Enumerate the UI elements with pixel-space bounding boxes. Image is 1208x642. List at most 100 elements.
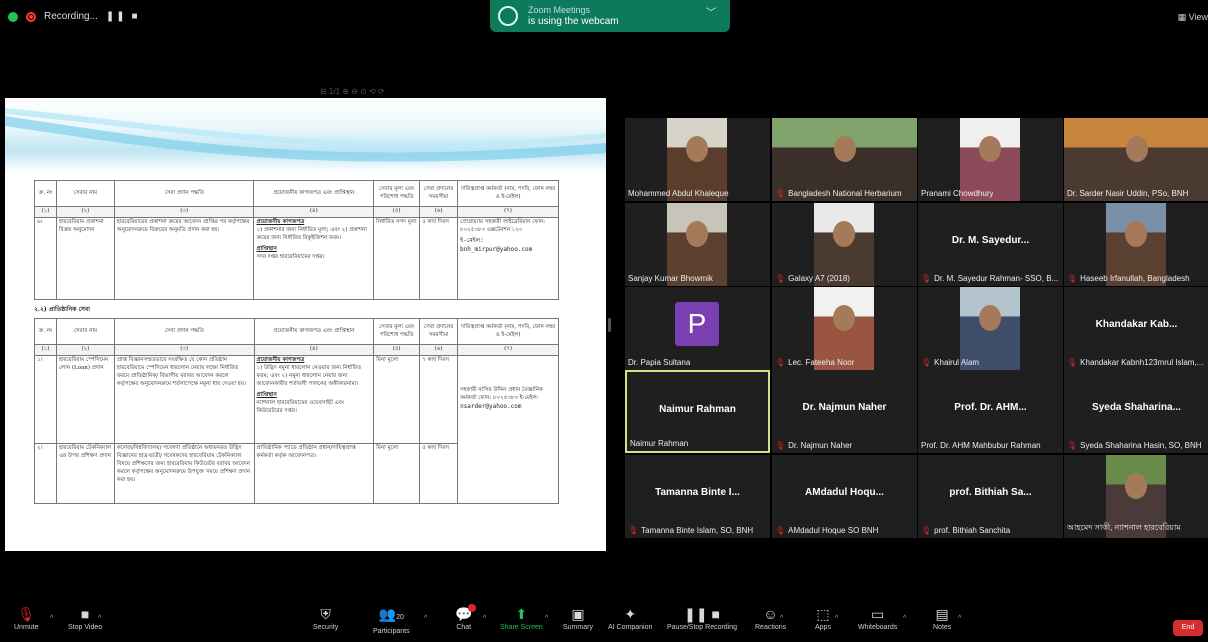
split-view-divider[interactable]: [608, 318, 611, 332]
table-row: ১। হারবেরিয়াম স্পেসিমেন লোন (Loan) প্রদ…: [34, 355, 559, 504]
microphone-muted-icon: 🎙: [17, 606, 36, 622]
participant-tile[interactable]: AMdadul Hoqu... 🎙 AMdadul Hoque SO BNH: [772, 455, 917, 538]
services-table-1: ক্র. নং সেবার নাম সেবা প্রদান পদ্ধতি প্র…: [34, 180, 559, 300]
shared-document: ক্র. নং সেবার নাম সেবা প্রদান পদ্ধতি প্র…: [5, 98, 606, 551]
participant-tile[interactable]: Pranami Chowdhury: [918, 118, 1063, 201]
participant-name: Naimur Rahman: [630, 439, 689, 448]
participant-tile[interactable]: Dr. Sarder Nasir Uddin, PSo, BNH: [1064, 118, 1208, 201]
place-text: ন্যাশনাল হারবেরিয়ামের ওয়েবসাইট এবং কিউ…: [256, 400, 345, 414]
chat-notification-badge: [468, 604, 476, 612]
reactions-caret-icon[interactable]: ^: [780, 615, 783, 622]
participant-tile[interactable]: Khandakar Kab... 🎙 Khandakar Kabnh123mrul …: [1064, 287, 1208, 370]
col-number: (৬): [419, 344, 459, 356]
participant-display-name: Prof. Dr. AHM...: [954, 402, 1027, 413]
participant-tile[interactable]: Prof. Dr. AHM... Prof. Dr. AHM Mahbubur R…: [918, 370, 1063, 453]
notes-caret-icon[interactable]: ^: [958, 615, 961, 622]
participants-caret-icon[interactable]: ^: [424, 615, 427, 622]
table-row: ৬। হারবেরিয়াম প্রকাশনা বিক্রয় অনুমোদন …: [34, 217, 559, 300]
cell-docs: প্রয়োজনীয় কাগজপত্র ১) উদ্ভিদ নমুনা ধার…: [253, 355, 375, 444]
security-shield-icon[interactable]: [8, 11, 18, 22]
stop-video-label: Stop Video: [68, 624, 103, 631]
cell-no: ১।: [34, 355, 57, 444]
participant-tile[interactable]: P Dr. Papia Sultana: [625, 287, 770, 370]
grid-icon: ▦: [1177, 12, 1189, 22]
ai-companion-button[interactable]: ✦ AI Companion: [608, 604, 652, 631]
participant-name-label: 🎙 Syeda Shaharina Hasin, SO, BNH: [1067, 441, 1202, 450]
participant-face: [979, 305, 1001, 331]
microphone-muted-icon: 🎙: [628, 526, 639, 535]
notes-button[interactable]: ▤ Notes: [933, 604, 951, 631]
participant-tile[interactable]: Dr. M. Sayedur... 🎙 Dr. M. Sayedur Rahman-…: [918, 203, 1063, 286]
participants-button[interactable]: 👥20 Participants: [373, 604, 410, 635]
participant-name: AMdadul Hoque SO BNH: [788, 526, 879, 535]
participant-tile[interactable]: Dr. Najmun Naher 🎙 Dr. Najmun Naher: [772, 370, 917, 453]
share-caret-icon[interactable]: ^: [545, 615, 548, 622]
view-button[interactable]: ▦ View: [1178, 12, 1208, 23]
col-header: ক্র. নং: [34, 180, 57, 207]
participant-tile[interactable]: আহমেদ সাকী, ন্যাশনাল হারবেরিয়াম: [1064, 455, 1208, 538]
participant-tile[interactable]: 🎙 Lec. Fateeha Noor: [772, 287, 917, 370]
participant-display-name: Dr. M. Sayedur...: [951, 235, 1030, 246]
microphone-muted-icon: 🎙: [921, 358, 932, 367]
participant-name: Dr. Papia Sultana: [628, 358, 691, 367]
participant-tile[interactable]: prof. Bithiah Sa... 🎙 prof. Bithiah Sanchi…: [918, 455, 1063, 538]
ai-companion-label: AI Companion: [608, 624, 653, 631]
notes-icon: ▤: [935, 606, 949, 622]
apps-button[interactable]: ⬚ Apps: [815, 604, 831, 631]
pause-stop-recording-button[interactable]: ❚❚ ■ Pause/Stop Recording: [667, 604, 737, 631]
table-header-row: ক্র. নং সেবার নাম সেবা প্রদান পদ্ধতি প্র…: [34, 318, 559, 345]
participant-name-label: 🎙 Lec. Fateeha Noor: [775, 358, 854, 367]
summary-icon: ▣: [571, 606, 585, 622]
col-number: (৩): [113, 344, 255, 356]
participant-name: আহমেদ সাকী, ন্যাশনাল হারবেরিয়াম: [1067, 523, 1181, 532]
participant-tile[interactable]: Naimur Rahman Naimur Rahman: [625, 370, 770, 453]
services-table-2: ক্র. নং সেবার নাম সেবা প্রদান পদ্ধতি প্র…: [34, 318, 559, 504]
share-screen-label: Share Screen: [500, 624, 543, 631]
webcam-notification[interactable]: Zoom Meetings is using the webcam ﹀: [490, 0, 730, 32]
share-screen-button[interactable]: ⬆ Share Screen: [500, 604, 543, 631]
whiteboards-button[interactable]: ▭ Whiteboards: [858, 604, 897, 631]
unmute-label: Unmute: [14, 624, 39, 631]
participant-name: Galaxy A7 (2018): [788, 274, 850, 283]
stop-video-button[interactable]: ■ Stop Video: [68, 604, 102, 631]
cell-time: ৭ কার্য দিবস: [419, 355, 459, 444]
participant-name-label: Sanjay Kumar Bhowmik: [628, 274, 713, 283]
col-number: (১): [34, 206, 57, 218]
audio-options-caret-icon[interactable]: ^: [50, 615, 53, 622]
participant-tile[interactable]: Syeda Shaharina... 🎙 Syeda Shaharina Hasin…: [1064, 370, 1208, 453]
chat-caret-icon[interactable]: ^: [483, 615, 486, 622]
whiteboards-label: Whiteboards: [858, 624, 898, 631]
recording-icon: [26, 11, 36, 22]
security-label: Security: [313, 624, 339, 631]
whiteboards-caret-icon[interactable]: ^: [903, 615, 906, 622]
place-text: সদর দপ্তর হারবেরিয়ামের দপ্তর।: [256, 254, 325, 260]
participant-tile[interactable]: Tamanna Binte I... 🎙 Tamanna Binte Islam, …: [625, 455, 770, 538]
recording-pause-stop-controls[interactable]: ❚❚ ■: [106, 11, 140, 22]
unmute-button[interactable]: 🎙 Unmute: [14, 604, 39, 631]
participant-face: [833, 305, 855, 331]
recording-status: Recording... ❚❚ ■: [8, 11, 140, 22]
participant-tile[interactable]: Sanjay Kumar Bhowmik: [625, 203, 770, 286]
place-title: প্রাপ্তিস্থান: [256, 246, 277, 252]
microphone-muted-icon: 🎙: [1067, 274, 1078, 283]
participant-tile[interactable]: 🎙 Haseeb Irfanullah, Bangladesh: [1064, 203, 1208, 286]
chevron-down-icon[interactable]: ﹀: [706, 8, 716, 19]
col-header: প্রয়োজনীয় কাগজপত্র এবং প্রাপ্তিস্থান: [253, 318, 375, 345]
document-toolbar[interactable]: ⊟ 1/1 ⊕ ⊖ ⊙ ⟲ ⟳: [320, 87, 490, 97]
participant-face: [686, 221, 708, 247]
participant-tile[interactable]: 🎙 Galaxy A7 (2018): [772, 203, 917, 286]
security-button[interactable]: ⛨ Security: [313, 604, 338, 631]
end-meeting-button[interactable]: End: [1173, 620, 1203, 636]
video-options-caret-icon[interactable]: ^: [98, 615, 101, 622]
participant-name: Khairul Alam: [934, 358, 980, 367]
col-number: (৫): [373, 206, 421, 218]
microphone-muted-icon: 🎙: [775, 526, 786, 535]
participant-tile[interactable]: 🎙 Bangladesh National Herbarium: [772, 118, 917, 201]
participant-tile[interactable]: Mohammed Abdul Khaleque: [625, 118, 770, 201]
apps-caret-icon[interactable]: ^: [835, 615, 838, 622]
summary-button[interactable]: ▣ Summary: [563, 604, 593, 631]
participant-tile[interactable]: 🎙 Khairul Alam: [918, 287, 1063, 370]
officer-email: ই-মেইল: bnh_mirpur@yahoo.com: [460, 237, 533, 253]
cell-officer: সহকারী নাসির উদ্দিন প্রধান বৈজ্ঞানিক কর্…: [457, 355, 559, 504]
cell-fee: বিনা মূল্যে: [373, 355, 421, 444]
